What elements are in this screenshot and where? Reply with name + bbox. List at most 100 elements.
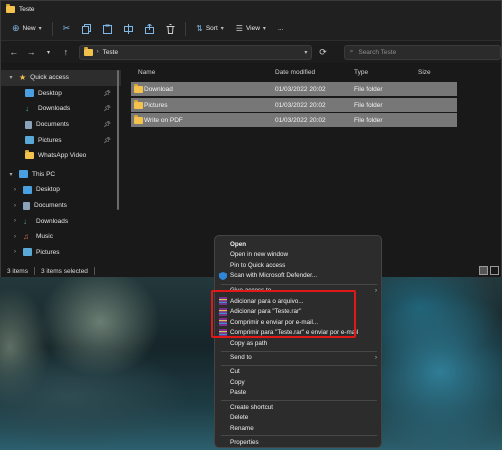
- chevron-right-icon: ›: [375, 354, 377, 361]
- table-row[interactable]: Write on PDF 01/03/2022 20:02 File folde…: [131, 113, 457, 127]
- menu-item-pin-quick-access[interactable]: Pin to Quick access: [215, 260, 383, 270]
- navigation-pane: ▾ ★ Quick access Desktop 📌︎ ↓ Downloads …: [1, 64, 121, 265]
- chevron-right-icon: ›: [14, 186, 16, 193]
- tiles-view-icon[interactable]: [490, 266, 499, 275]
- nav-item-pictures[interactable]: Pictures 📌︎: [1, 132, 121, 148]
- document-icon: [25, 120, 32, 129]
- nav-item-whatsapp-video[interactable]: WhatsApp Video: [1, 148, 121, 164]
- recent-chevron-icon[interactable]: ▾: [42, 49, 55, 56]
- column-header-size[interactable]: Size: [418, 69, 431, 76]
- menu-item-cut[interactable]: Cut: [215, 367, 383, 377]
- search-input[interactable]: ⌕ Search Teste: [343, 44, 501, 60]
- nav-item-pc-pictures[interactable]: › Pictures: [1, 245, 121, 261]
- nav-item-desktop[interactable]: Desktop 📌︎: [1, 86, 121, 102]
- new-button-label: New: [22, 25, 36, 32]
- document-icon: [23, 201, 30, 210]
- highlight-box: [211, 290, 356, 338]
- share-icon: [145, 23, 155, 34]
- menu-item-label: Properties: [230, 438, 259, 446]
- address-bar[interactable]: › Teste ▾: [78, 44, 313, 60]
- nav-item-pc-documents[interactable]: › Documents: [1, 198, 121, 214]
- trash-icon: [166, 23, 175, 34]
- paste-button[interactable]: [98, 20, 117, 38]
- title-bar[interactable]: Teste: [1, 1, 501, 17]
- share-button[interactable]: [140, 20, 159, 38]
- menu-item-open[interactable]: Open: [215, 239, 383, 249]
- copy-button[interactable]: [77, 20, 96, 38]
- menu-item-open-new-window[interactable]: Open in new window: [215, 250, 383, 260]
- nav-item-documents[interactable]: Documents 📌︎: [1, 117, 121, 133]
- sort-icon: ⇅: [196, 24, 203, 33]
- menu-item-scan-defender[interactable]: Scan with Microsoft Defender...: [215, 271, 383, 281]
- chevron-down-icon[interactable]: ▾: [304, 49, 307, 56]
- table-row[interactable]: Download 01/03/2022 20:02 File folder: [131, 82, 457, 96]
- refresh-icon[interactable]: ⟳: [316, 47, 329, 58]
- download-arrow-icon: ↓: [23, 216, 27, 226]
- column-headers: Name Date modified Type Size: [125, 64, 501, 81]
- menu-item-properties[interactable]: Properties: [215, 437, 383, 447]
- chevron-right-icon: ›: [14, 218, 16, 225]
- nav-item-label: Music: [36, 233, 53, 241]
- menu-item-send-to[interactable]: Send to ›: [215, 353, 383, 363]
- view-button[interactable]: ☰ View ▾: [231, 20, 271, 38]
- breadcrumb-current[interactable]: Teste: [103, 49, 119, 56]
- nav-item-label: Pictures: [38, 136, 62, 144]
- menu-item-delete[interactable]: Delete: [215, 413, 383, 423]
- up-arrow-icon[interactable]: ↑: [59, 47, 72, 57]
- desktop-icon: [25, 89, 34, 98]
- menu-item-label: Copy: [230, 378, 245, 386]
- folder-icon: [134, 100, 143, 109]
- cut-button[interactable]: ✂: [58, 20, 76, 38]
- nav-item-pc-downloads[interactable]: › ↓ Downloads: [1, 213, 121, 229]
- rename-button[interactable]: [119, 20, 138, 38]
- star-icon: ★: [19, 73, 27, 83]
- back-arrow-icon[interactable]: ←: [7, 47, 20, 57]
- new-button[interactable]: ⊕ New ▾: [7, 20, 47, 38]
- menu-item-copy-as-path[interactable]: Copy as path: [215, 338, 383, 348]
- file-name: Write on PDF: [144, 116, 183, 124]
- toolbar-divider: [185, 21, 187, 36]
- file-type: File folder: [354, 101, 383, 109]
- menu-item-label: Scan with Microsoft Defender...: [230, 272, 318, 279]
- nav-item-label: Documents: [34, 202, 67, 210]
- music-icon: ♫: [23, 232, 29, 242]
- more-options-button[interactable]: ...: [273, 20, 288, 38]
- folder-icon: [83, 46, 93, 56]
- nav-item-pc-desktop[interactable]: › Desktop: [1, 182, 121, 198]
- nav-item-label: WhatsApp Video: [38, 152, 87, 160]
- details-view-icon[interactable]: [479, 266, 488, 275]
- scissors-icon: ✂: [62, 23, 71, 33]
- menu-item-copy[interactable]: Copy: [215, 377, 383, 387]
- plus-circle-icon: ⊕: [12, 23, 20, 33]
- column-header-name[interactable]: Name: [138, 69, 155, 76]
- chevron-down-icon: ▾: [9, 75, 13, 82]
- menu-divider: [221, 400, 377, 401]
- menu-item-label: Copy as path: [230, 339, 268, 347]
- nav-this-pc[interactable]: ▾ This PC: [1, 167, 121, 183]
- computer-icon: [19, 170, 28, 179]
- table-row[interactable]: Pictures 01/03/2022 20:02 File folder: [131, 98, 457, 112]
- nav-quick-access[interactable]: ▾ ★ Quick access: [1, 70, 121, 86]
- sort-button[interactable]: ⇅ Sort ▾: [191, 20, 229, 38]
- forward-arrow-icon[interactable]: →: [24, 47, 37, 57]
- download-arrow-icon: ↓: [25, 104, 29, 114]
- nav-item-label: Desktop: [36, 186, 60, 194]
- nav-item-pc-music[interactable]: › ♫ Music: [1, 229, 121, 245]
- delete-button[interactable]: [161, 20, 180, 38]
- column-header-type[interactable]: Type: [354, 69, 368, 76]
- pin-icon: 📌︎: [103, 122, 111, 129]
- nav-scrollbar[interactable]: [117, 70, 119, 210]
- nav-item-downloads[interactable]: ↓ Downloads 📌︎: [1, 101, 121, 117]
- menu-item-paste[interactable]: Paste: [215, 388, 383, 398]
- column-header-date[interactable]: Date modified: [275, 69, 315, 76]
- nav-item-label: Desktop: [38, 89, 62, 97]
- nav-this-pc-label: This PC: [32, 170, 56, 178]
- menu-item-create-shortcut[interactable]: Create shortcut: [215, 402, 383, 412]
- menu-item-rename[interactable]: Rename: [215, 423, 383, 433]
- file-type: File folder: [354, 85, 383, 93]
- menu-item-label: Create shortcut: [230, 403, 274, 411]
- menu-item-label: Paste: [230, 389, 247, 396]
- nav-quick-access-label: Quick access: [30, 74, 69, 82]
- menu-divider: [221, 435, 377, 436]
- pin-icon: 📌︎: [103, 106, 111, 113]
